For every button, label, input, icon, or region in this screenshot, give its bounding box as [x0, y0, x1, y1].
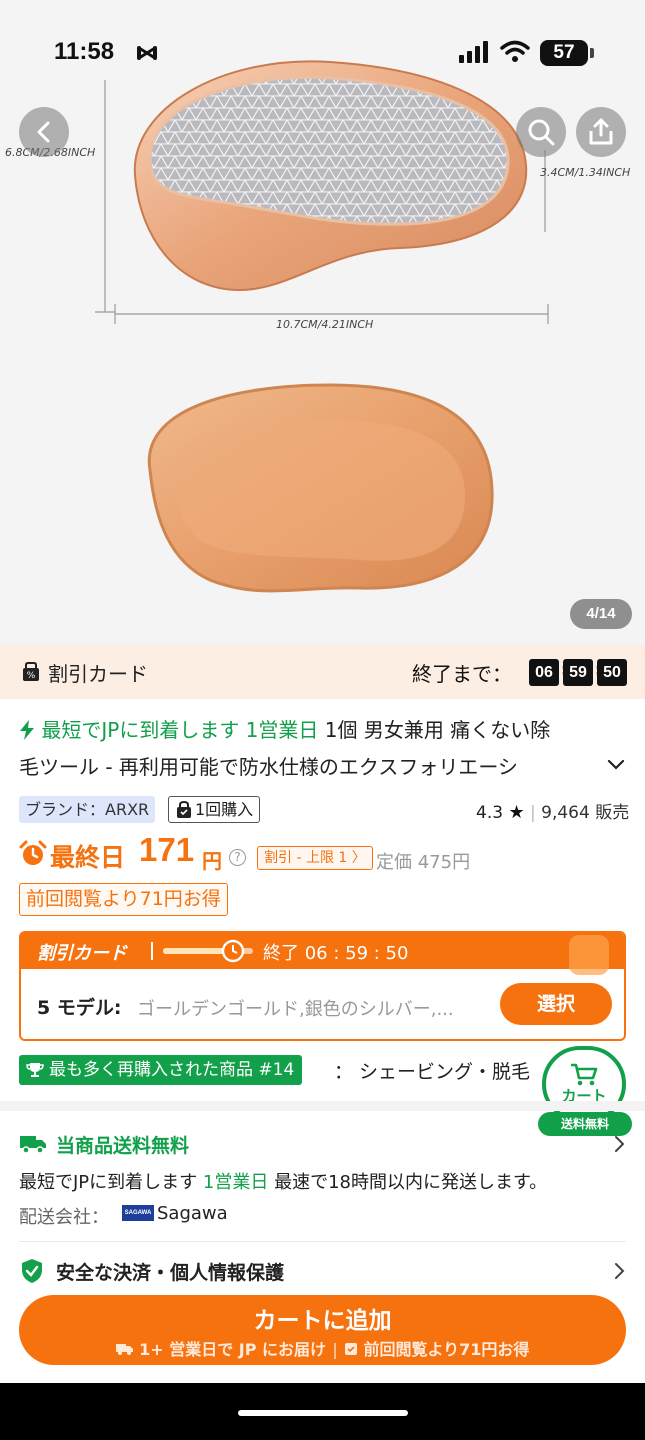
coupon-header: 割引カード 終了 06 : 59 : 50 — [21, 933, 624, 975]
depth-dimension-label: 3.4CM/1.34INCH — [540, 166, 631, 179]
countdown-seconds: 50 — [597, 659, 627, 686]
status-bar: 11:58 57 — [0, 0, 645, 100]
battery-indicator: 57 — [540, 40, 588, 66]
coupon-countdown: 終了 06 : 59 : 50 — [263, 943, 409, 964]
product-title-line1: 最短でJPに到着します 1営業日 1個 男女兼用 痛くない除 — [19, 712, 609, 749]
share-icon — [589, 118, 613, 145]
secure-payment-label[interactable]: 安全な決済・個人情報保護 — [56, 1258, 284, 1285]
product-image-gallery[interactable]: 6.8CM/2.68INCH 10.7CM/4.21INCH 3.4CM/1.3… — [0, 0, 645, 645]
clock-icon — [221, 939, 245, 963]
coupon-title: 割引カード — [37, 943, 127, 964]
rating-sales[interactable]: 4.3 ★ | 9,464 販売 — [476, 798, 629, 823]
sales-count: 9,464 販売 — [541, 803, 630, 823]
brand-badge[interactable]: ブランド：ARXR — [19, 796, 156, 823]
coupon-divider — [151, 942, 153, 960]
star-icon: ★ — [508, 802, 525, 823]
free-shipping-pill: 送料無料 — [538, 1112, 632, 1136]
discount-tag-icon — [344, 1343, 357, 1355]
discount-limit-badge[interactable]: 割引 - 上限 1 〉 — [257, 846, 373, 870]
svg-text:%: % — [27, 671, 36, 681]
status-time: 11:58 — [54, 38, 115, 65]
cellular-signal-icon — [459, 41, 488, 63]
coupon-decoration — [569, 935, 609, 975]
shield-check-icon — [22, 1259, 42, 1283]
coupon-progress-fill — [163, 948, 226, 954]
discount-card-label: 割引カード — [48, 662, 148, 686]
saving-subtext: 前回閲覧より71円お得 — [363, 1340, 530, 1359]
cart-icon — [571, 1063, 598, 1085]
chevron-down-icon[interactable] — [606, 758, 626, 772]
select-model-button[interactable]: 選択 — [500, 983, 612, 1025]
carrier-label: 配送会社： — [19, 1207, 109, 1228]
trophy-icon — [26, 1063, 44, 1077]
lightning-icon — [20, 720, 34, 740]
floating-cart-button[interactable]: カート 送料無料 — [538, 1046, 632, 1138]
divider — [19, 1241, 626, 1242]
model-count-label: 5 モデル: — [37, 997, 122, 1019]
image-page-indicator: 4/14 — [570, 599, 632, 629]
countdown-label: 終了まで： — [412, 662, 512, 686]
truck-icon — [20, 1136, 46, 1154]
countdown-hours: 06 — [529, 659, 559, 686]
back-button[interactable] — [19, 107, 69, 157]
add-to-cart-button[interactable]: カートに追加 1+ 営業日で JP にお届け | 前回閲覧より71円お得 — [19, 1295, 626, 1365]
price-unit: 円 — [202, 849, 222, 873]
purchase-count-badge: 1回購入 — [168, 796, 261, 823]
delivery-subtext: 1+ 営業日で JP にお届け — [139, 1340, 327, 1359]
shipping-detail: 最短でJPに到着します 1営業日 最速で18時間以内に発送します。 — [19, 1168, 547, 1194]
repurchase-rank-badge[interactable]: 最も多く再購入された商品 #14 — [19, 1055, 303, 1085]
carrier-name: Sagawa — [157, 1203, 228, 1224]
price-help-icon[interactable]: ? — [229, 849, 246, 866]
rank-category[interactable]: ： シェービング・脱毛 — [334, 1057, 554, 1084]
wifi-icon — [500, 40, 530, 62]
home-indicator[interactable] — [238, 1410, 408, 1416]
delivery-highlight: 最短でJPに到着します 1営業日 — [41, 718, 319, 742]
battery-tip — [590, 48, 594, 58]
coupon-model-box[interactable]: 割引カード 終了 06 : 59 : 50 5 モデル: ゴールデンゴールド,銀… — [19, 931, 626, 1041]
add-to-cart-subtext: 1+ 営業日で JP にお届け | 前回閲覧より71円お得 — [19, 1336, 626, 1360]
title-text: 1個 男女兼用 痛くない除 — [318, 718, 551, 742]
rating-value: 4.3 — [476, 803, 504, 823]
alarm-clock-icon — [19, 840, 47, 865]
rank-text: 最も多く再購入された商品 #14 — [49, 1060, 295, 1080]
capcut-icon — [137, 46, 157, 60]
shopping-bag-icon — [177, 801, 191, 818]
chevron-left-icon — [37, 121, 50, 143]
chevron-right-icon[interactable] — [613, 1262, 625, 1280]
chevron-right-icon[interactable] — [613, 1135, 625, 1153]
list-price: 定価 475円 — [376, 852, 471, 873]
search-icon — [528, 119, 555, 146]
sagawa-logo: SAGAWA — [122, 1205, 154, 1221]
width-dimension-label: 10.7CM/4.21INCH — [276, 318, 374, 331]
free-shipping-label[interactable]: 当商品送料無料 — [56, 1131, 189, 1158]
shipping-days: 1営業日 — [202, 1172, 269, 1193]
product-title-line2: 毛ツール - 再利用可能で防水仕様のエクスフォリエーシ — [19, 755, 518, 779]
search-button[interactable] — [516, 107, 566, 157]
add-to-cart-label: カートに追加 — [253, 1308, 392, 1334]
section-divider — [0, 1101, 645, 1111]
product-title[interactable]: 最短でJPに到着します 1営業日 1個 男女兼用 痛くない除 毛ツール - 再利… — [19, 712, 609, 786]
share-button[interactable] — [576, 107, 626, 157]
model-options-text[interactable]: ゴールデンゴールド,銀色のシルバー,... — [137, 995, 483, 1021]
purchase-count-text: 1回購入 — [195, 800, 254, 819]
price-label: 最終日 — [50, 843, 126, 872]
truck-icon — [115, 1344, 133, 1355]
discount-tag-icon: % — [23, 662, 39, 681]
saving-badge: 前回閲覧より71円お得 — [19, 883, 228, 916]
shipping-detail-prefix: 最短でJPに到着します — [19, 1172, 203, 1193]
shipping-detail-suffix: 最速で18時間以内に発送します。 — [268, 1172, 548, 1193]
countdown-minutes: 59 — [563, 659, 593, 686]
price-value: 171 — [139, 831, 195, 868]
